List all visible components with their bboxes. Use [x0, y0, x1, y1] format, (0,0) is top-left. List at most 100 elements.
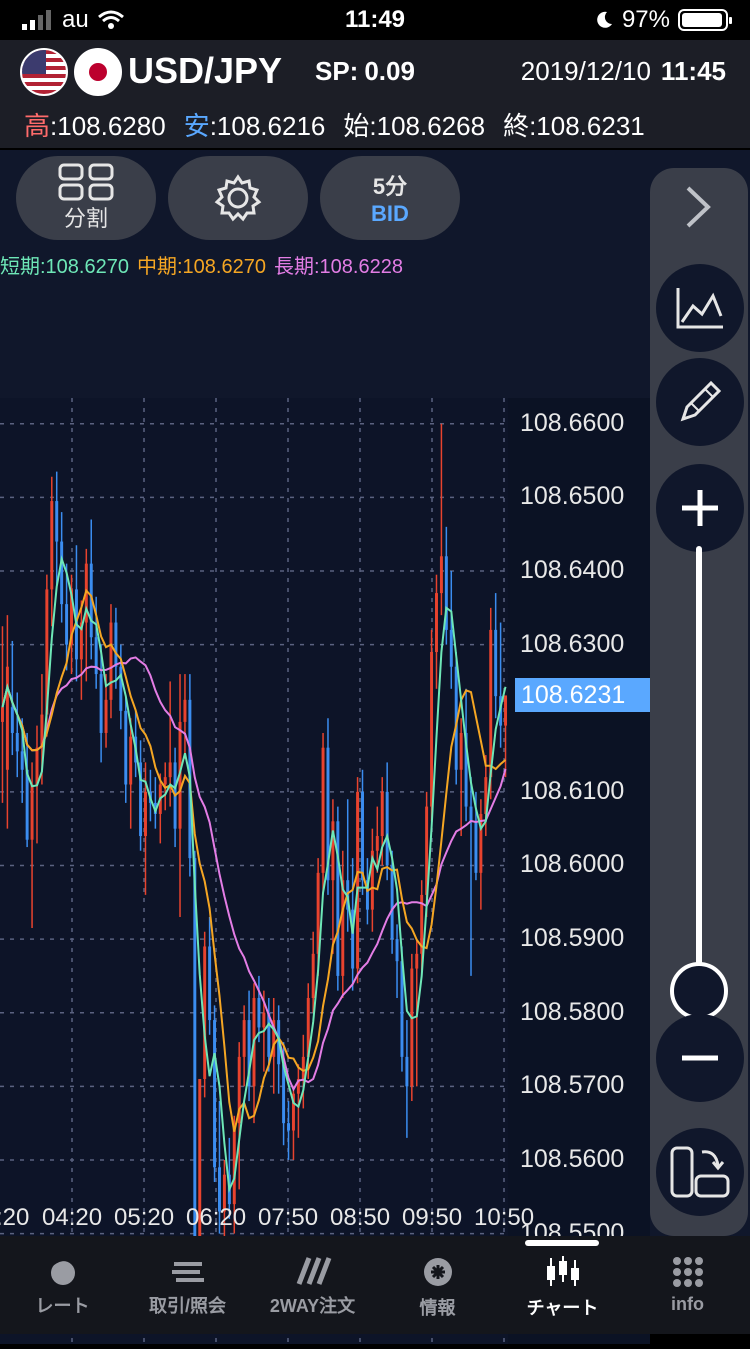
candle-body — [449, 629, 453, 667]
gear-icon — [214, 174, 262, 222]
spread: SP: 0.09 — [315, 56, 415, 87]
candle-body — [109, 622, 113, 700]
candle — [356, 777, 360, 984]
tab-trade[interactable]: 取引/照会 — [125, 1236, 250, 1334]
low-value: :108.6216 — [209, 111, 326, 141]
tab-rate[interactable]: レート — [0, 1236, 125, 1334]
quote-datetime: 2019/12/10 11:45 — [521, 56, 726, 87]
spread-value: 0.09 — [364, 56, 415, 86]
candle-body — [287, 1123, 291, 1131]
grid-icon — [672, 1257, 703, 1287]
candle — [449, 571, 453, 689]
tab-news[interactable]: 情報 — [375, 1236, 500, 1334]
candle — [331, 799, 335, 954]
candle — [79, 600, 83, 700]
candle-body — [504, 695, 508, 726]
rotate-screen-button[interactable] — [656, 1128, 744, 1216]
price-axis-label: 108.5800 — [520, 997, 625, 1026]
low-label: 安 — [183, 111, 210, 141]
candle-body — [410, 968, 414, 1087]
candle-body — [198, 1078, 202, 1260]
indicator-button[interactable] — [656, 264, 744, 352]
candle-body — [415, 953, 419, 969]
currency-pair[interactable]: USD/JPY — [128, 50, 282, 92]
drawing-tool-button[interactable] — [656, 358, 744, 446]
candlestick-chart[interactable] — [0, 398, 508, 1344]
open-price: 始:108.6268 — [343, 106, 485, 143]
candle — [109, 604, 113, 719]
tab-two-way[interactable]: 2WAY注文 — [250, 1236, 375, 1334]
candle — [55, 471, 59, 586]
quote-header: USD/JPY SP: 0.09 2019/12/10 11:45 高:108.62… — [0, 40, 750, 148]
high-value: :108.6280 — [50, 111, 166, 141]
candle — [15, 692, 19, 778]
candle-body — [65, 604, 69, 645]
ohlc-row: 高:108.6280 安:108.6216 始:108.6268 終:108.6… — [24, 106, 645, 143]
settings-button[interactable] — [168, 156, 308, 240]
close-value: :108.6231 — [529, 111, 645, 141]
status-right: 97% — [594, 6, 732, 34]
current-price-tag: 108.6231 — [515, 678, 650, 713]
timeframe-label: 5分 — [372, 174, 408, 199]
zoom-slider-track[interactable] — [696, 546, 702, 986]
zoom-in-button[interactable] — [656, 464, 744, 552]
time-axis-label: 05:20 — [114, 1204, 175, 1231]
candle-body — [257, 997, 261, 1028]
quote-date: 2019/12/10 — [520, 56, 651, 86]
time-axis-label: 08:50 — [330, 1204, 391, 1231]
candle — [173, 747, 177, 848]
tab-rate-label: レート — [35, 1296, 90, 1316]
minus-icon — [682, 1055, 718, 1061]
candle-body — [119, 666, 123, 711]
high-label: 高 — [24, 111, 51, 141]
candle-body — [15, 732, 19, 752]
price-axis-label: 108.5900 — [520, 924, 625, 953]
candle — [242, 1005, 246, 1087]
battery-icon — [678, 9, 732, 31]
candle — [183, 674, 187, 759]
candle-body — [439, 556, 443, 594]
candle — [178, 674, 182, 918]
japan-flag-icon — [74, 48, 122, 96]
candle-body — [469, 806, 473, 822]
collapse-panel-button[interactable] — [680, 182, 716, 237]
candle-body — [311, 953, 315, 998]
zoom-slider-handle[interactable] — [670, 962, 728, 1020]
candle-body — [262, 1012, 266, 1028]
tab-two-way-label: 2WAY注文 — [269, 1296, 356, 1316]
candle — [435, 574, 438, 689]
time-axis-label: 09:50 — [402, 1204, 463, 1231]
candle-body — [60, 541, 64, 605]
time-axis-label: 10:50 — [474, 1204, 535, 1231]
candle-body — [168, 762, 172, 778]
split-view-button[interactable]: 分割 — [16, 156, 156, 240]
timeframe-button[interactable]: 5分 BID — [320, 156, 460, 240]
candle-body — [331, 821, 335, 881]
candle-body — [144, 791, 147, 837]
candle-body — [380, 791, 384, 837]
candle-body — [163, 777, 167, 785]
zoom-out-button[interactable] — [656, 1014, 744, 1102]
candle-body — [361, 791, 364, 881]
split-view-label: 分割 — [63, 206, 108, 231]
candle — [124, 696, 128, 803]
candle-body — [474, 821, 478, 873]
tab-chart[interactable]: チャート — [500, 1236, 625, 1334]
candle-body — [5, 666, 9, 770]
spread-label: SP: — [315, 56, 359, 86]
tab-info[interactable]: info — [625, 1236, 750, 1334]
ma-mid-value: 中期:108.6270 — [136, 256, 266, 278]
candle-body — [336, 821, 340, 976]
candle — [385, 762, 389, 881]
candle — [213, 1005, 217, 1183]
candle-body — [208, 946, 212, 1021]
candle — [504, 695, 508, 778]
candle-body — [341, 880, 345, 976]
candle-body — [321, 747, 325, 873]
candle — [410, 953, 414, 1102]
candle-body — [242, 1020, 246, 1057]
tab-trade-label: 取引/照会 — [148, 1296, 226, 1316]
two-way-icon — [296, 1257, 331, 1285]
candlestick-plot[interactable] — [0, 398, 508, 1344]
open-value: :108.6268 — [369, 111, 486, 141]
